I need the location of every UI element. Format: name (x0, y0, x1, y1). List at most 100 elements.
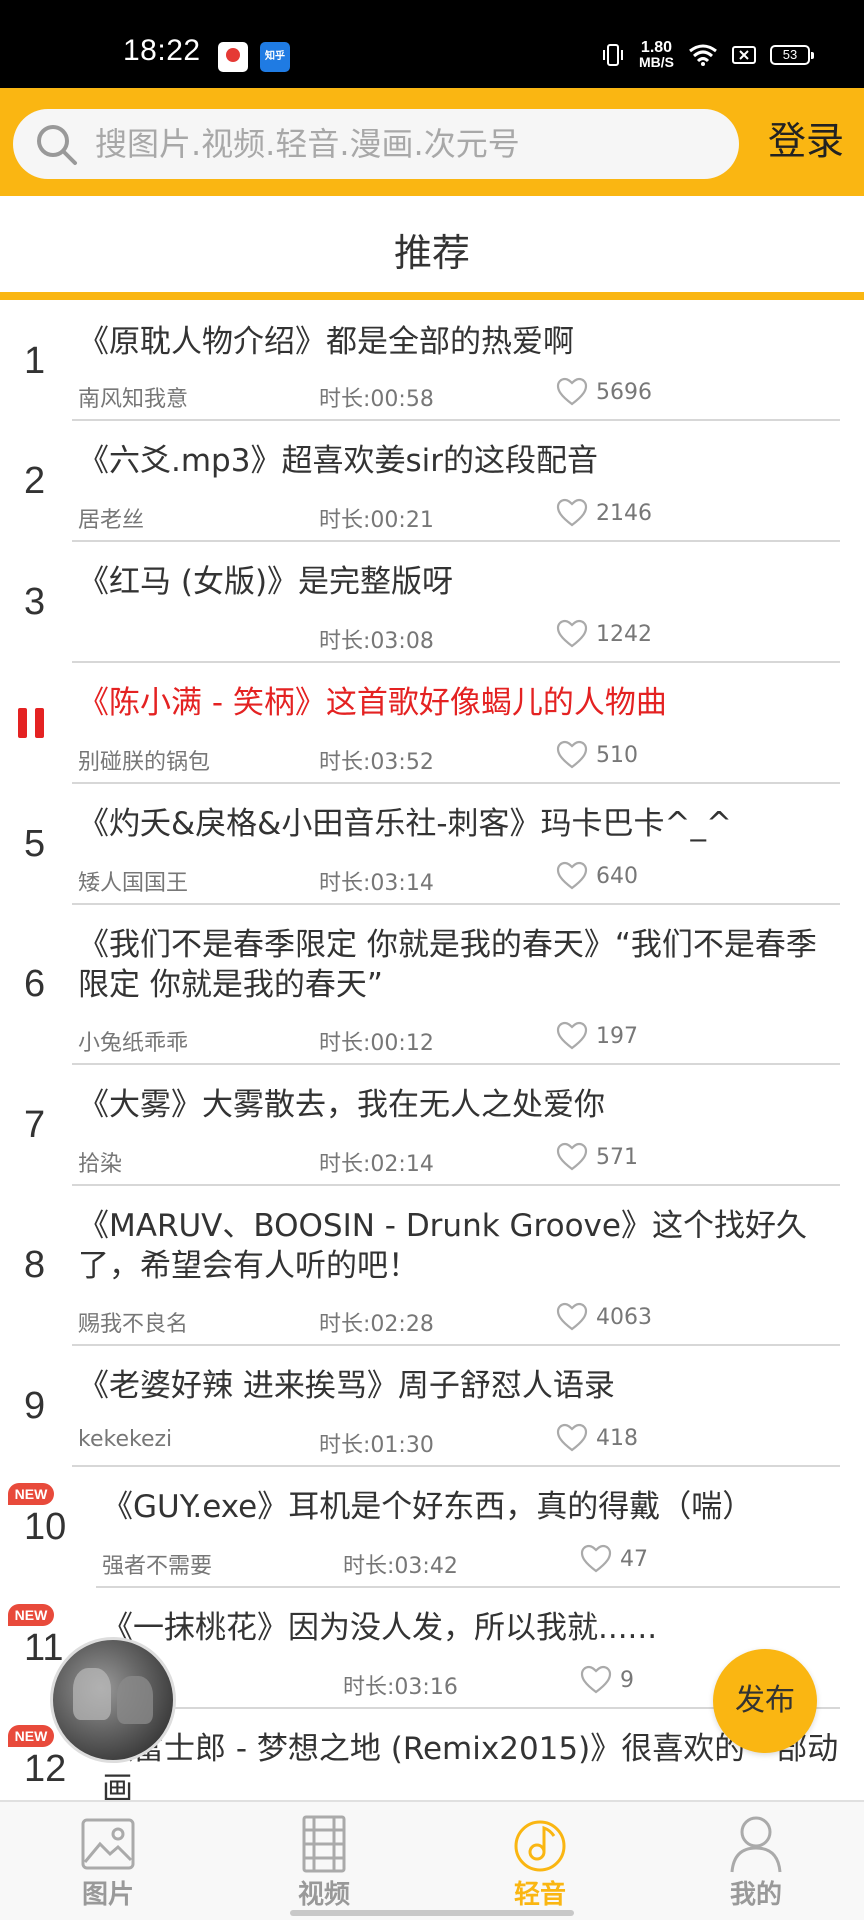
heart-icon[interactable] (556, 1423, 588, 1453)
wifi-icon (689, 44, 717, 66)
track-body: 《红马 (女版)》是完整版呀时长:03:08 1242 (72, 542, 840, 663)
login-button[interactable]: 登录 (768, 106, 844, 176)
nav-profile[interactable]: 我的 (648, 1802, 864, 1920)
rank-number: 11 (24, 1626, 64, 1669)
like-group[interactable]: 47 (580, 1544, 648, 1574)
heart-icon[interactable] (556, 619, 588, 649)
track-meta: 时长:03:08 1242 (78, 617, 840, 654)
search-input[interactable] (95, 109, 715, 179)
heart-icon[interactable] (556, 740, 588, 770)
like-count: 418 (596, 1425, 638, 1451)
track-meta: 南风知我意 时长:00:58 5696 (78, 375, 840, 412)
pause-icon[interactable] (18, 707, 46, 738)
track-body: 《老婆好辣 进来挨骂》周子舒怼人语录 kekekezi 时长:01:30 418 (72, 1346, 840, 1467)
track-title: 《GUY.exe》耳机是个好东西，真的得戴（喘） (102, 1489, 754, 1525)
track-meta: 别碰朕的锅包 时长:03:52 510 (78, 738, 840, 775)
rank-number: 2 (24, 459, 46, 502)
like-group[interactable]: 197 (556, 1021, 638, 1051)
new-badge: NEW (8, 1604, 54, 1626)
like-count: 510 (596, 742, 638, 768)
track-author[interactable]: 拾染 (78, 1146, 122, 1178)
track-author[interactable]: 强者不需要 (102, 1548, 212, 1580)
track-duration: 时长:03:14 (319, 871, 434, 896)
like-group[interactable]: 5696 (556, 377, 652, 407)
tab-divider (0, 292, 864, 300)
track-author[interactable]: 南风知我意 (78, 381, 188, 413)
bottom-nav: 图片 视频 轻音 我的 (0, 1800, 864, 1920)
like-group[interactable]: 571 (556, 1142, 638, 1172)
search-bar[interactable] (13, 109, 739, 179)
track-author[interactable]: 赐我不良名 (78, 1306, 188, 1338)
track-row[interactable]: 《陈小满 - 笑柄》这首歌好像蝎儿的人物曲别碰朕的锅包 时长:03:52 510 (0, 663, 864, 784)
track-duration: 时长:02:14 (319, 1152, 434, 1177)
track-title: 《灼夭&戾格&小田音乐社-刺客》玛卡巴卡^_^ (78, 806, 732, 842)
like-group[interactable]: 4063 (556, 1302, 652, 1332)
track-row[interactable]: 8 《MARUV、BOOSIN - Drunk Groove》这个找好久了，希望会… (0, 1186, 864, 1346)
heart-icon[interactable] (556, 861, 588, 891)
track-author[interactable]: 矮人国国王 (78, 865, 188, 897)
track-row[interactable]: NEW 10 《GUY.exe》耳机是个好东西，真的得戴（喘） 强者不需要 时长:03:… (0, 1467, 864, 1588)
screen-record-icon (732, 46, 756, 64)
track-author[interactable]: 居老丝 (78, 502, 144, 534)
like-count: 9 (620, 1667, 634, 1693)
new-badge: NEW (8, 1725, 54, 1747)
heart-icon[interactable] (556, 1021, 588, 1051)
track-title: 《红马 (女版)》是完整版呀 (78, 564, 454, 600)
image-icon (81, 1818, 135, 1870)
like-group[interactable]: 9 (580, 1665, 634, 1695)
nav-music[interactable]: 轻音 (432, 1802, 648, 1920)
track-meta (102, 1784, 840, 1800)
film-icon (302, 1815, 346, 1873)
battery-indicator: 53 (770, 45, 814, 65)
like-group[interactable]: 1242 (556, 619, 652, 649)
notification-icon (218, 42, 248, 72)
nav-videos[interactable]: 视频 (216, 1802, 432, 1920)
rank-number: 8 (24, 1244, 46, 1286)
heart-icon[interactable] (556, 498, 588, 528)
track-title: 《陈小满 - 笑柄》这首歌好像蝎儿的人物曲 (78, 685, 667, 721)
track-row[interactable]: 6 《我们不是春季限定 你就是我的春天》“我们不是春季限定 你就是我的春天” 小兔纸… (0, 905, 864, 1065)
like-group[interactable]: 2146 (556, 498, 652, 528)
track-title: 《六爻.mp3》超喜欢姜sir的这段配音 (78, 443, 598, 479)
track-row[interactable]: 9 《老婆好辣 进来挨骂》周子舒怼人语录 kekekezi 时长:01:30 418 (0, 1346, 864, 1467)
track-author[interactable]: kekekezi (78, 1427, 172, 1452)
track-body: 《MARUV、BOOSIN - Drunk Groove》这个找好久了，希望会有… (72, 1186, 840, 1346)
now-playing-album-avatar[interactable] (50, 1637, 176, 1763)
nav-label: 我的 (729, 1880, 782, 1910)
track-row[interactable]: 2 《六爻.mp3》超喜欢姜sir的这段配音 居老丝 时长:00:21 2146 (0, 421, 864, 542)
like-group[interactable]: 510 (556, 740, 638, 770)
track-row[interactable]: 3 《红马 (女版)》是完整版呀 时长:03:08 1242 (0, 542, 864, 663)
like-count: 4063 (596, 1304, 652, 1330)
zhihu-app-icon: 知乎 (260, 42, 290, 72)
track-row[interactable]: 1 《原耽人物介绍》都是全部的热爱啊 南风知我意 时长:00:58 5696 (0, 302, 864, 421)
track-title: 《老婆好辣 进来挨骂》周子舒怼人语录 (78, 1368, 615, 1404)
rank-number: 6 (24, 963, 46, 1005)
status-bar: 18:22 知乎 1.80 MB/S 53 (0, 0, 864, 88)
track-author[interactable]: 别碰朕的锅包 (78, 744, 210, 776)
heart-icon[interactable] (556, 377, 588, 407)
like-count: 2146 (596, 500, 652, 526)
track-row[interactable]: 5 《灼夭&戾格&小田音乐社-刺客》玛卡巴卡^_^ 矮人国国王 时长:03:14 640 (0, 784, 864, 905)
track-body: 《GUY.exe》耳机是个好东西，真的得戴（喘） 强者不需要 时长:03:42 47 (96, 1467, 840, 1588)
heart-icon[interactable] (580, 1665, 612, 1695)
track-row[interactable]: 7 《大雾》大雾散去，我在无人之处爱你 拾染 时长:02:14 571 (0, 1065, 864, 1186)
track-body: 《六爻.mp3》超喜欢姜sir的这段配音 居老丝 时长:00:21 2146 (72, 421, 840, 542)
heart-icon[interactable] (556, 1302, 588, 1332)
status-time: 18:22 (123, 34, 201, 67)
new-badge: NEW (8, 1483, 54, 1505)
tab-recommend[interactable]: 推荐 (0, 222, 864, 277)
track-duration: 时长:00:12 (319, 1031, 434, 1056)
publish-button[interactable]: 发布 (713, 1649, 817, 1753)
heart-icon[interactable] (580, 1544, 612, 1574)
vibrate-icon (603, 44, 623, 66)
track-body: 《灼夭&戾格&小田音乐社-刺客》玛卡巴卡^_^ 矮人国国王 时长:03:14 640 (72, 784, 840, 905)
nav-images[interactable]: 图片 (0, 1802, 216, 1920)
like-group[interactable]: 418 (556, 1423, 638, 1453)
heart-icon[interactable] (556, 1142, 588, 1172)
like-count: 1242 (596, 621, 652, 647)
track-title: 《我们不是春季限定 你就是我的春天》“我们不是春季限定 你就是我的春天” (78, 927, 817, 1003)
track-author[interactable]: 小兔纸乖乖 (78, 1025, 188, 1057)
track-title: 《一抹桃花》因为没人发，所以我就...... (102, 1610, 658, 1646)
like-group[interactable]: 640 (556, 861, 638, 891)
track-meta: 小兔纸乖乖 时长:00:12 197 (78, 1019, 840, 1056)
